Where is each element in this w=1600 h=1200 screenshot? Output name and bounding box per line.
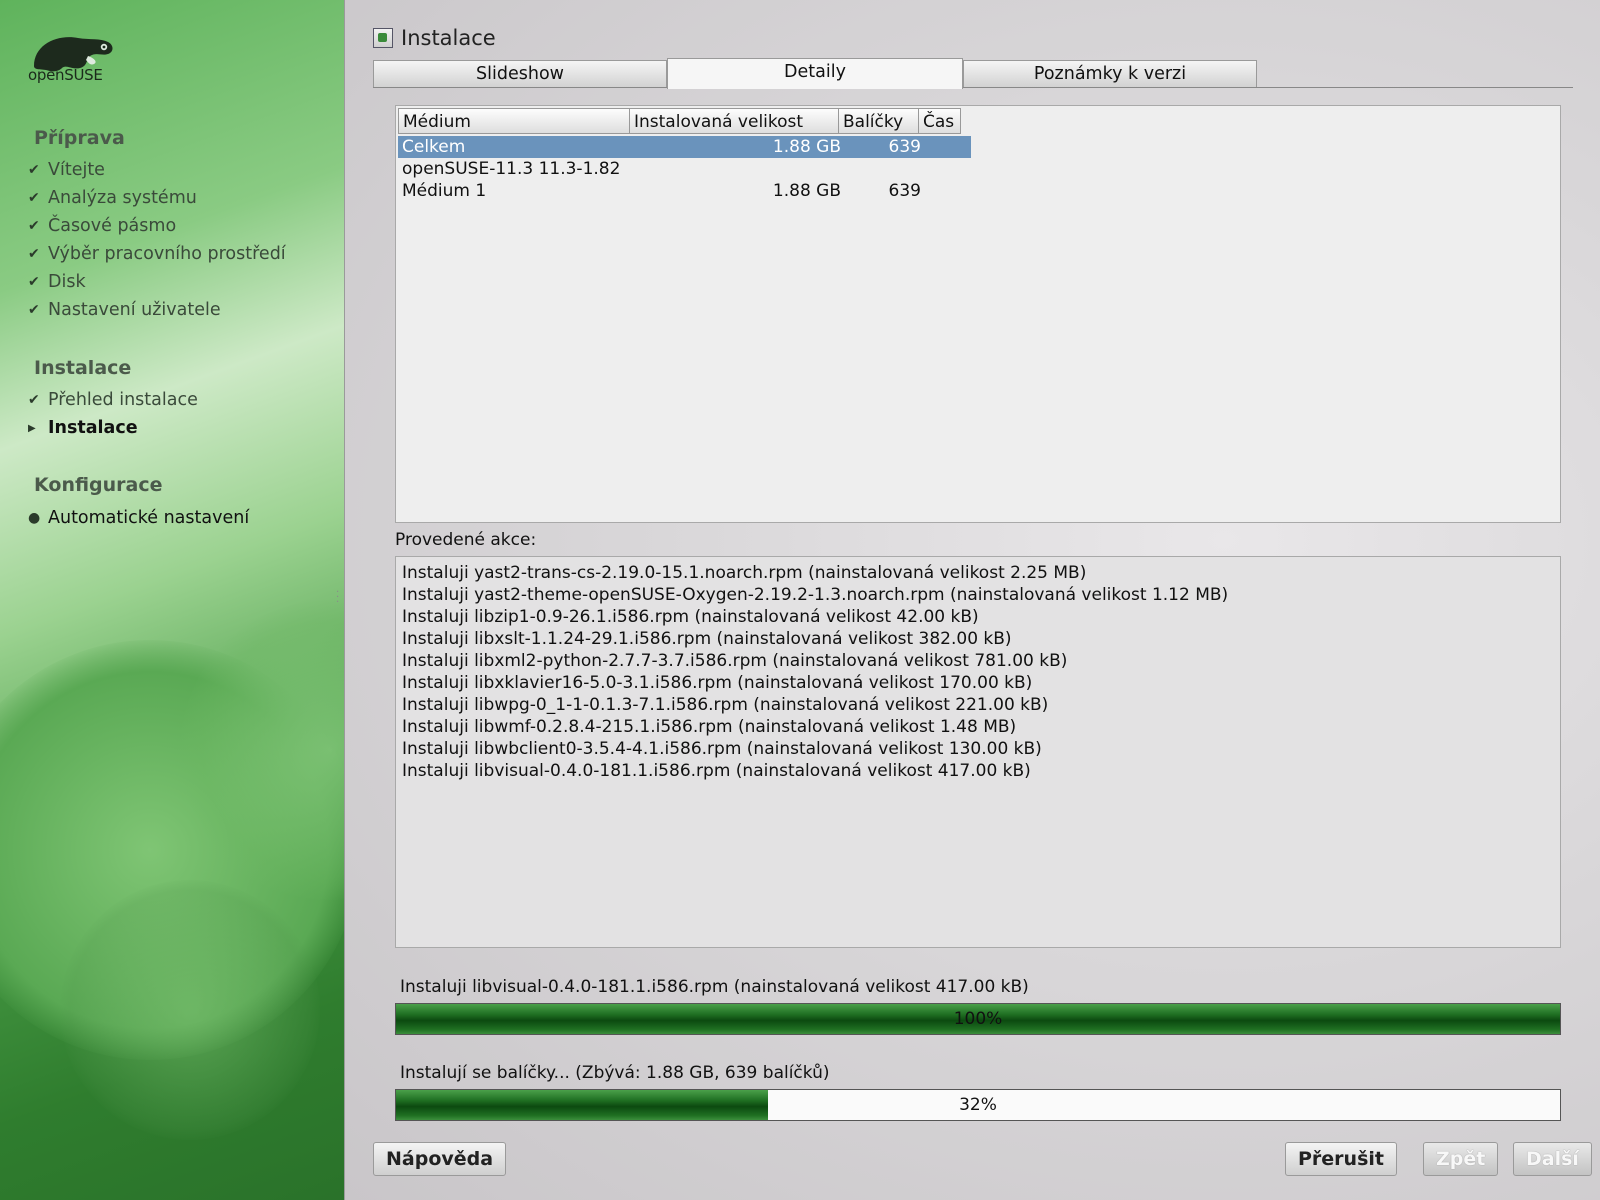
- cell-medium: openSUSE-11.3 11.3-1.82: [402, 159, 621, 179]
- checkmark-icon: ✔: [28, 218, 40, 234]
- log-line: Instaluji libxslt-1.1.24-29.1.i586.rpm (…: [402, 629, 1012, 649]
- step-label: Automatické nastavení: [48, 508, 250, 528]
- step-label: Přehled instalace: [48, 390, 198, 410]
- checkmark-icon: ✔: [28, 162, 40, 178]
- media-summary-table[interactable]: Médium Instalovaná velikost Balíčky Čas …: [395, 105, 1561, 523]
- table-header: Médium Instalovaná velikost Balíčky Čas: [398, 108, 961, 134]
- cell-medium: Celkem: [402, 137, 466, 157]
- installation-icon: [373, 28, 393, 48]
- cell-size: 1.88 GB: [772, 137, 841, 157]
- step-prehled-instalace: ✔ Přehled instalace: [28, 390, 198, 410]
- log-label: Provedené akce:: [395, 530, 537, 550]
- step-label: Instalace: [48, 418, 138, 438]
- log-line: Instaluji libwbclient0-3.5.4-4.1.i586.rp…: [402, 739, 1042, 759]
- step-label: Výběr pracovního prostředí: [48, 244, 286, 264]
- cell-size: 1.88 GB: [772, 181, 841, 201]
- tab-slideshow[interactable]: Slideshow: [373, 60, 667, 87]
- step-instalace-current: ▶ Instalace: [28, 418, 138, 438]
- log-line: Instaluji libwpg-0_1-1-0.1.3-7.1.i586.rp…: [402, 695, 1049, 715]
- total-progress-label: Instalují se balíčky... (Zbývá: 1.88 GB,…: [400, 1063, 830, 1083]
- step-vitejte: ✔ Vítejte: [28, 160, 105, 180]
- page-header: Instalace: [373, 26, 496, 50]
- step-nastaveni-uzivatele: ✔ Nastavení uživatele: [28, 300, 221, 320]
- page-title: Instalace: [401, 26, 496, 50]
- log-line: Instaluji yast2-theme-openSUSE-Oxygen-2.…: [402, 585, 1229, 605]
- checkmark-icon: ✔: [28, 190, 40, 206]
- tab-poznamky-k-verzi[interactable]: Poznámky k verzi: [963, 60, 1257, 87]
- step-disk: ✔ Disk: [28, 272, 86, 292]
- section-title-konfigurace: Konfigurace: [34, 474, 163, 496]
- log-line: Instaluji yast2-trans-cs-2.19.0-15.1.noa…: [402, 563, 1087, 583]
- log-line: Instaluji libxklavier16-5.0-3.1.i586.rpm…: [402, 673, 1033, 693]
- cell-packages: 639: [888, 181, 921, 201]
- step-label: Analýza systému: [48, 188, 197, 208]
- step-vyber-prostredi: ✔ Výběr pracovního prostředí: [28, 244, 286, 264]
- opensuse-wordmark: openSUSE: [28, 66, 103, 84]
- splitter-handle[interactable]: · · ·: [336, 588, 340, 610]
- checkmark-icon: ✔: [28, 302, 40, 318]
- section-title-priprava: Příprava: [34, 127, 125, 149]
- step-label: Disk: [48, 272, 86, 292]
- step-label: Časové pásmo: [48, 216, 177, 236]
- column-header-packages[interactable]: Balíčky: [838, 108, 919, 134]
- tab-bar: Slideshow Detaily Poznámky k verzi: [373, 58, 1573, 89]
- column-header-medium[interactable]: Médium: [398, 108, 630, 134]
- actions-log[interactable]: Instaluji yast2-trans-cs-2.19.0-15.1.noa…: [395, 556, 1561, 948]
- package-progress-label: Instaluji libvisual-0.4.0-181.1.i586.rpm…: [400, 977, 1029, 997]
- tab-detaily[interactable]: Detaily: [667, 58, 963, 89]
- checkmark-icon: ✔: [28, 274, 40, 290]
- back-button[interactable]: Zpět: [1423, 1142, 1499, 1176]
- sidebar: openSUSE Příprava ✔ Vítejte ✔ Analýza syst…: [0, 0, 344, 1200]
- column-header-time[interactable]: Čas: [918, 108, 961, 134]
- main-panel: Instalace Slideshow Detaily Poznámky k v…: [344, 0, 1600, 1200]
- log-line: Instaluji libwmf-0.2.8.4-215.1.i586.rpm …: [402, 717, 1017, 737]
- table-row[interactable]: Celkem 1.88 GB 639: [398, 136, 971, 158]
- table-row[interactable]: Médium 1 1.88 GB 639: [398, 180, 971, 202]
- tab-underline: [373, 87, 1573, 88]
- next-button[interactable]: Další: [1513, 1142, 1592, 1176]
- help-button[interactable]: Nápověda: [373, 1142, 507, 1176]
- table-row[interactable]: openSUSE-11.3 11.3-1.82: [398, 158, 971, 180]
- checkmark-icon: ✔: [28, 392, 40, 408]
- abort-button[interactable]: Přerušit: [1285, 1142, 1397, 1176]
- step-label: Vítejte: [48, 160, 105, 180]
- log-line: Instaluji libzip1-0.9-26.1.i586.rpm (nai…: [402, 607, 979, 627]
- cell-packages: 639: [888, 137, 921, 157]
- step-automaticke-nastaveni: ● Automatické nastavení: [28, 508, 249, 528]
- bullet-icon: ●: [28, 510, 41, 526]
- decorative-bubble: [60, 880, 320, 1140]
- step-analyza-systemu: ✔ Analýza systému: [28, 188, 197, 208]
- progress-percent: 100%: [953, 1009, 1003, 1029]
- total-progress-bar: 32%: [395, 1089, 1561, 1121]
- column-header-size[interactable]: Instalovaná velikost: [629, 108, 839, 134]
- step-label: Nastavení uživatele: [48, 300, 221, 320]
- package-progress-bar: 100%: [395, 1003, 1561, 1035]
- cell-medium: Médium 1: [402, 181, 487, 201]
- checkmark-icon: ✔: [28, 246, 40, 262]
- log-line: Instaluji libvisual-0.4.0-181.1.i586.rpm…: [402, 761, 1031, 781]
- log-line: Instaluji libxml2-python-2.7.7-3.7.i586.…: [402, 651, 1068, 671]
- progress-percent: 32%: [959, 1095, 997, 1115]
- step-casove-pasmo: ✔ Časové pásmo: [28, 216, 176, 236]
- section-title-instalace: Instalace: [34, 357, 132, 379]
- triangle-right-icon: ▶: [28, 422, 36, 434]
